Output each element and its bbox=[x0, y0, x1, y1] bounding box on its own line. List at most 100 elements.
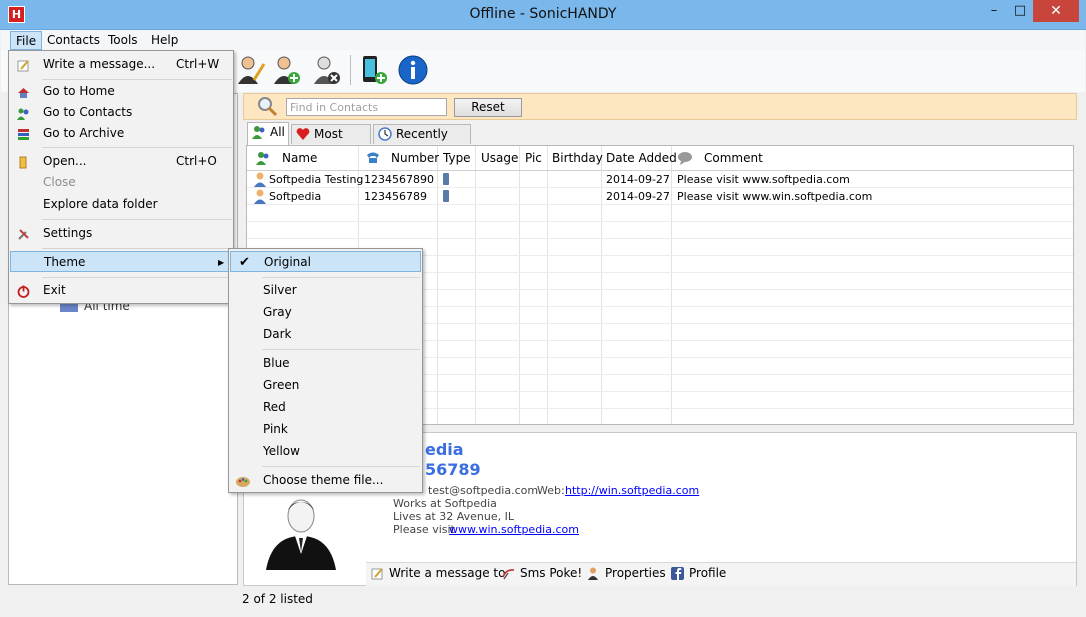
properties-button[interactable]: Properties bbox=[587, 566, 666, 580]
checkmark-icon: ✔ bbox=[239, 255, 250, 270]
theme-item-gray[interactable]: Gray bbox=[230, 302, 421, 323]
menu-item-open[interactable]: Open... Ctrl+O bbox=[10, 151, 232, 172]
minimize-button[interactable]: – bbox=[981, 0, 1007, 22]
menu-item-exit[interactable]: Exit bbox=[10, 280, 232, 301]
column-header-comment[interactable]: Comment bbox=[704, 146, 763, 170]
tab-most-used[interactable]: Most used bbox=[291, 124, 371, 159]
menu-item-theme[interactable]: Theme ▶ bbox=[10, 251, 232, 272]
theme-item-original[interactable]: ✔ Original bbox=[230, 251, 421, 272]
contact-name: edia bbox=[425, 440, 464, 459]
contact-email[interactable]: test@softpedia.com bbox=[428, 484, 538, 497]
column-header-pic[interactable]: Pic bbox=[525, 146, 542, 170]
contact-visit-text: Please visit bbox=[393, 523, 455, 536]
palette-icon bbox=[236, 474, 250, 487]
theme-item-label: Yellow bbox=[263, 444, 300, 458]
cell-number[interactable]: 1234567890 bbox=[364, 171, 434, 188]
maximize-button[interactable]: □ bbox=[1007, 0, 1033, 22]
menu-item-label: Theme bbox=[44, 255, 86, 269]
theme-item-label: Dark bbox=[263, 327, 292, 341]
search-icon bbox=[256, 95, 278, 117]
edit-contact-icon[interactable] bbox=[236, 54, 266, 86]
delete-contact-icon[interactable] bbox=[312, 54, 342, 86]
column-header-type[interactable]: Type bbox=[443, 146, 471, 170]
menu-item-go-home[interactable]: Go to Home bbox=[10, 81, 232, 102]
theme-item-label: Gray bbox=[263, 305, 292, 319]
menu-file[interactable]: File bbox=[10, 31, 43, 50]
column-header-number[interactable]: Number bbox=[391, 146, 439, 170]
menu-item-write-message[interactable]: Write a message... Ctrl+W bbox=[10, 54, 232, 75]
column-header-date-added[interactable]: Date Added bbox=[606, 146, 677, 170]
theme-item-label: Original bbox=[264, 255, 311, 269]
facebook-icon bbox=[671, 567, 684, 580]
write-message-label: Write a message to bbox=[389, 566, 506, 580]
phone-column-icon bbox=[365, 150, 381, 166]
menu-item-close: Close bbox=[10, 172, 232, 193]
visit-link[interactable]: www.win.softpedia.com bbox=[449, 523, 579, 536]
column-header-birthday[interactable]: Birthday bbox=[552, 146, 603, 170]
properties-label: Properties bbox=[605, 566, 666, 580]
menu-item-label: Open... bbox=[43, 154, 87, 168]
tab-all[interactable]: All bbox=[247, 122, 289, 145]
theme-item-red[interactable]: Red bbox=[230, 397, 421, 418]
name-column-icon bbox=[255, 150, 271, 166]
add-contact-icon[interactable] bbox=[272, 54, 302, 86]
folder-icon bbox=[17, 155, 30, 169]
menu-item-label: Go to Archive bbox=[43, 126, 125, 140]
phone-type-icon bbox=[443, 173, 449, 185]
heart-icon bbox=[296, 127, 310, 141]
write-message-button[interactable]: Write a message to bbox=[371, 566, 505, 580]
menu-contacts[interactable]: Contacts bbox=[42, 31, 105, 50]
web-link[interactable]: http://win.softpedia.com bbox=[565, 484, 699, 497]
menu-help[interactable]: Help bbox=[146, 31, 183, 50]
reset-button[interactable]: Reset bbox=[454, 98, 522, 117]
add-phone-icon[interactable] bbox=[360, 54, 390, 86]
search-input[interactable] bbox=[286, 98, 447, 116]
cell-date-added[interactable]: 2014-09-27 bbox=[606, 171, 670, 188]
theme-submenu: ✔ Original Silver Gray Dark Blue Green R… bbox=[228, 248, 423, 493]
submenu-arrow-icon: ▶ bbox=[218, 258, 225, 267]
menu-item-go-contacts[interactable]: Go to Contacts bbox=[10, 102, 232, 123]
contacts-icon bbox=[17, 106, 30, 120]
column-header-name[interactable]: Name bbox=[282, 146, 317, 170]
menu-item-go-archive[interactable]: Go to Archive bbox=[10, 123, 232, 144]
theme-item-yellow[interactable]: Yellow bbox=[230, 441, 421, 462]
menu-item-label: Close bbox=[43, 175, 76, 189]
theme-item-silver[interactable]: Silver bbox=[230, 280, 421, 301]
contacts-icon bbox=[252, 125, 266, 139]
cell-comment[interactable]: Please visit www.softpedia.com bbox=[677, 171, 850, 188]
theme-item-blue[interactable]: Blue bbox=[230, 353, 421, 374]
info-icon[interactable] bbox=[398, 54, 428, 86]
contact-lives-at: Lives at 32 Avenue, IL bbox=[393, 510, 514, 523]
theme-item-green[interactable]: Green bbox=[230, 375, 421, 396]
theme-item-dark[interactable]: Dark bbox=[230, 324, 421, 345]
theme-item-label: Blue bbox=[263, 356, 290, 370]
theme-item-label: Pink bbox=[263, 422, 288, 436]
profile-label: Profile bbox=[689, 566, 727, 580]
person-icon bbox=[587, 567, 600, 580]
theme-item-choose-file[interactable]: Choose theme file... bbox=[230, 470, 421, 491]
contact-icon bbox=[253, 188, 267, 204]
cell-date-added[interactable]: 2014-09-27 bbox=[606, 188, 670, 205]
menu-item-label: Settings bbox=[43, 226, 93, 240]
status-count: 2 of 2 listed bbox=[242, 592, 313, 606]
menu-tools[interactable]: Tools bbox=[103, 31, 143, 50]
menu-item-settings[interactable]: Settings bbox=[10, 223, 232, 244]
sms-poke-button[interactable]: Sms Poke! bbox=[502, 566, 582, 580]
theme-item-label: Red bbox=[263, 400, 286, 414]
theme-item-pink[interactable]: Pink bbox=[230, 419, 421, 440]
close-button[interactable]: ✕ bbox=[1033, 0, 1079, 22]
profile-button[interactable]: Profile bbox=[671, 566, 726, 580]
power-icon bbox=[17, 284, 30, 298]
contact-works-at: Works at Softpedia bbox=[393, 497, 497, 510]
menu-item-explore-data-folder[interactable]: Explore data folder bbox=[10, 194, 232, 215]
cell-name[interactable]: Softpedia Testing bbox=[269, 171, 363, 188]
cell-name[interactable]: Softpedia bbox=[269, 188, 321, 205]
cell-number[interactable]: 123456789 bbox=[364, 188, 427, 205]
contact-number: 56789 bbox=[425, 460, 481, 479]
pencil-icon bbox=[17, 58, 30, 72]
column-header-usage[interactable]: Usage bbox=[481, 146, 518, 170]
cell-comment[interactable]: Please visit www.win.softpedia.com bbox=[677, 188, 872, 205]
tab-recently-used[interactable]: Recently used bbox=[373, 124, 471, 159]
shortcut-label: Ctrl+O bbox=[176, 154, 217, 168]
phone-type-icon bbox=[443, 190, 449, 202]
